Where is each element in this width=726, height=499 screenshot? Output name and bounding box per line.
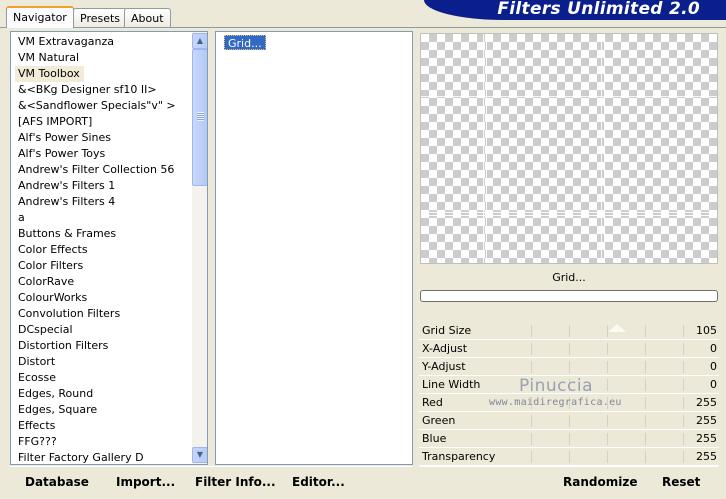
slider-track[interactable]: [494, 343, 684, 355]
randomize-button[interactable]: Randomize: [563, 474, 637, 492]
param-transparency[interactable]: Transparency 255: [419, 448, 719, 466]
category-item[interactable]: Buttons & Frames: [11, 226, 192, 242]
tab-about[interactable]: About: [124, 8, 171, 27]
category-item[interactable]: a: [11, 210, 192, 226]
category-item[interactable]: VM Natural: [11, 50, 192, 66]
param-value: 255: [696, 450, 717, 463]
preview-gridline: [601, 34, 602, 263]
category-item[interactable]: VM Toolbox: [15, 66, 84, 82]
slider-thumb-icon[interactable]: [608, 324, 626, 332]
param-value: 255: [696, 432, 717, 445]
param-value: 0: [710, 378, 717, 391]
slider-track[interactable]: [494, 324, 684, 337]
param-y-adjust[interactable]: Y-Adjust 0: [419, 358, 719, 376]
param-value: 0: [710, 342, 717, 355]
category-item[interactable]: Alf's Power Toys: [11, 146, 192, 162]
category-item[interactable]: Color Effects: [11, 242, 192, 258]
category-item[interactable]: Filter Factory Gallery D: [11, 450, 192, 464]
param-label: Line Width: [422, 378, 481, 391]
filter-list[interactable]: Grid...: [215, 31, 413, 465]
reset-button[interactable]: Reset: [662, 474, 700, 492]
database-button[interactable]: Database: [25, 474, 89, 492]
param-grid-size[interactable]: Grid Size 105: [419, 322, 719, 340]
param-label: X-Adjust: [422, 342, 468, 355]
category-item[interactable]: FFG???: [11, 434, 192, 450]
category-item[interactable]: DCspecial: [11, 322, 192, 338]
category-item[interactable]: Distort: [11, 354, 192, 370]
category-items: VM Extravaganza VM Natural VM Toolbox &<BKg…: [11, 34, 192, 464]
preview-canvas: [420, 33, 718, 264]
param-label: Grid Size: [422, 324, 472, 337]
editor-button[interactable]: Editor...: [292, 474, 345, 492]
category-item[interactable]: ColorRave: [11, 274, 192, 290]
filter-info-button[interactable]: Filter Info...: [195, 474, 276, 492]
param-label: Transparency: [422, 450, 496, 463]
param-value: 255: [696, 414, 717, 427]
watermark-name: Pinuccia: [519, 376, 593, 396]
preview-gridline: [421, 212, 717, 213]
category-item[interactable]: Edges, Square: [11, 402, 192, 418]
preview-gridline: [486, 34, 487, 263]
preview-gridline: [421, 96, 717, 97]
param-value: 0: [710, 360, 717, 373]
scroll-down-arrow-icon[interactable]: ▼: [192, 447, 207, 463]
watermark-url: www.maidiregrafica.eu: [489, 397, 622, 408]
preview-gridline: [483, 34, 484, 263]
category-item[interactable]: Andrew's Filters 1: [11, 178, 192, 194]
bottom-toolbar-left: Database Import... Filter Info... Editor…: [10, 466, 413, 494]
param-blue[interactable]: Blue 255: [419, 430, 719, 448]
category-item[interactable]: Effects: [11, 418, 192, 434]
category-item[interactable]: ColourWorks: [11, 290, 192, 306]
grip-icon: [197, 112, 204, 121]
progress-bar: [420, 290, 718, 302]
category-item[interactable]: &<Sandflower Specials"v" >: [11, 98, 192, 114]
category-item[interactable]: &<BKg Designer sf10 II>: [11, 82, 192, 98]
filter-name-label: Grid...: [552, 271, 586, 284]
category-item[interactable]: Andrew's Filter Collection 56: [11, 162, 192, 178]
preview-gridline: [604, 34, 605, 263]
category-item[interactable]: Distortion Filters: [11, 338, 192, 354]
category-item[interactable]: Edges, Round: [11, 386, 192, 402]
param-label: Red: [422, 396, 443, 409]
slider-track[interactable]: [494, 415, 684, 427]
category-item[interactable]: Andrew's Filters 4: [11, 194, 192, 210]
category-item[interactable]: Ecosse: [11, 370, 192, 386]
tab-presets[interactable]: Presets: [73, 8, 128, 27]
slider-track[interactable]: [494, 433, 684, 445]
category-item[interactable]: VM Extravaganza: [11, 34, 192, 50]
category-list[interactable]: VM Extravaganza VM Natural VM Toolbox &<BKg…: [10, 31, 208, 465]
preview-gridline: [421, 215, 717, 216]
param-green[interactable]: Green 255: [419, 412, 719, 430]
slider-track[interactable]: [494, 451, 684, 463]
scroll-thumb[interactable]: [192, 49, 207, 186]
slider-track[interactable]: [494, 361, 684, 373]
tab-navigator[interactable]: Navigator: [6, 6, 74, 28]
import-button[interactable]: Import...: [116, 474, 175, 492]
scroll-up-arrow-icon[interactable]: ▲: [192, 33, 207, 49]
category-scrollbar[interactable]: ▲ ▼: [192, 32, 207, 464]
category-item[interactable]: [AFS IMPORT]: [11, 114, 192, 130]
category-item[interactable]: Convolution Filters: [11, 306, 192, 322]
param-value: 255: [696, 396, 717, 409]
category-item[interactable]: Alf's Power Sines: [11, 130, 192, 146]
param-value: 105: [696, 324, 717, 337]
filter-item-grid[interactable]: Grid...: [224, 35, 266, 50]
param-label: Y-Adjust: [422, 360, 466, 373]
tab-strip-border: [0, 27, 726, 28]
bottom-toolbar-right: Randomize Reset: [420, 466, 718, 494]
param-label: Blue: [422, 432, 447, 445]
param-x-adjust[interactable]: X-Adjust 0: [419, 340, 719, 358]
title-banner: Filters Unlimited 2.0: [424, 0, 726, 20]
param-label: Green: [422, 414, 456, 427]
app-title: Filters Unlimited 2.0: [497, 0, 700, 19]
category-item[interactable]: Color Filters: [11, 258, 192, 274]
